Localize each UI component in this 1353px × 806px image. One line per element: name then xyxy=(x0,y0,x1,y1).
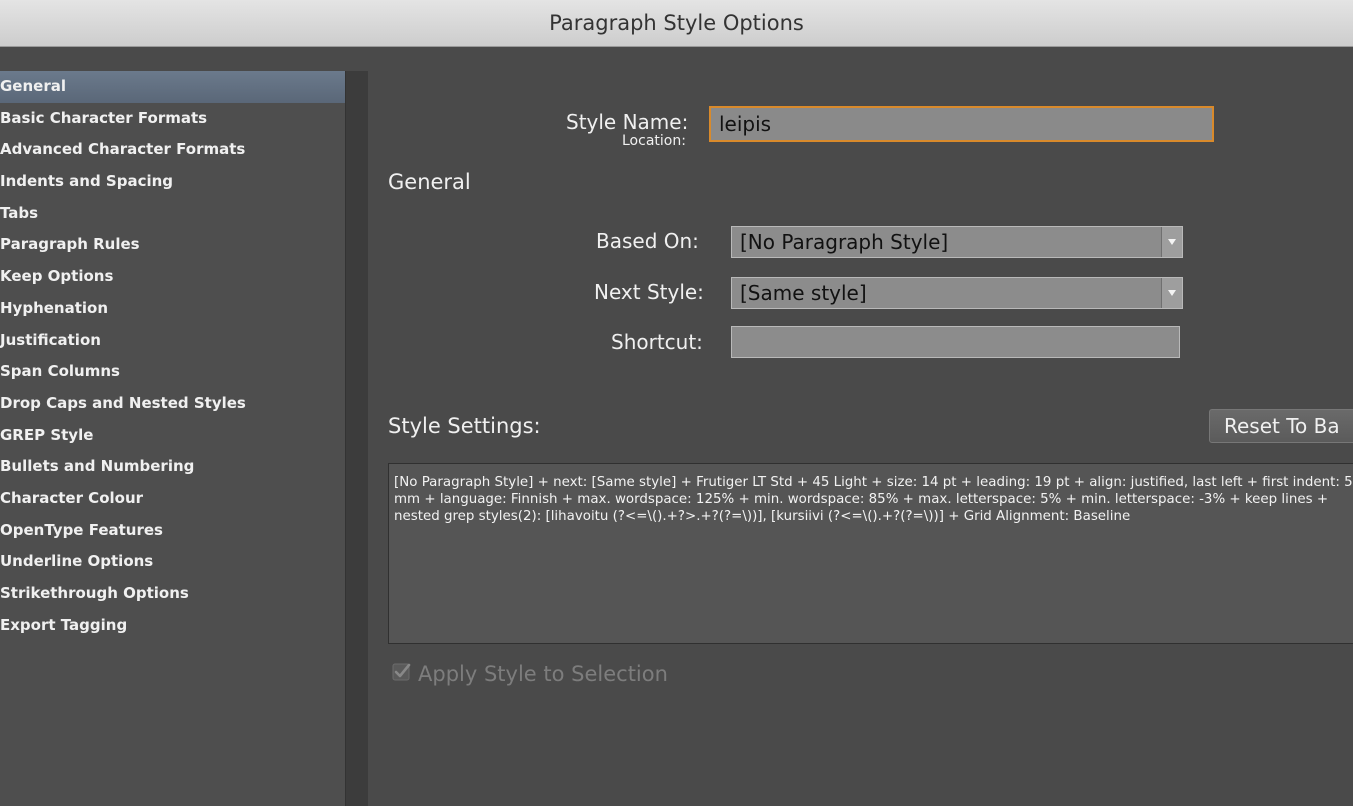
category-sidebar: General Basic Character Formats Advanced… xyxy=(0,71,345,806)
sidebar-item-span-columns[interactable]: Span Columns xyxy=(0,356,345,388)
title-bar: Paragraph Style Options xyxy=(0,0,1353,47)
sidebar-item-character-colour[interactable]: Character Colour xyxy=(0,483,345,515)
based-on-dropdown[interactable]: [No Paragraph Style] xyxy=(731,226,1183,258)
next-style-value: [Same style] xyxy=(740,281,867,305)
style-name-input[interactable]: leipis xyxy=(709,106,1214,142)
sidebar-item-indents-and-spacing[interactable]: Indents and Spacing xyxy=(0,166,345,198)
sidebar-item-paragraph-rules[interactable]: Paragraph Rules xyxy=(0,229,345,261)
apply-style-label: Apply Style to Selection xyxy=(418,662,668,686)
sidebar-item-drop-caps[interactable]: Drop Caps and Nested Styles xyxy=(0,388,345,420)
sidebar-item-strikethrough-options[interactable]: Strikethrough Options xyxy=(0,578,345,610)
sidebar-item-opentype-features[interactable]: OpenType Features xyxy=(0,515,345,547)
sidebar-item-keep-options[interactable]: Keep Options xyxy=(0,261,345,293)
sidebar-item-grep-style[interactable]: GREP Style xyxy=(0,420,345,452)
sidebar-item-tabs[interactable]: Tabs xyxy=(0,198,345,230)
shortcut-label: Shortcut: xyxy=(611,330,703,354)
style-settings-label: Style Settings: xyxy=(388,414,541,438)
location-label: Location: xyxy=(622,133,686,149)
window-title: Paragraph Style Options xyxy=(549,11,804,35)
sidebar-scrollbar[interactable] xyxy=(345,71,368,806)
sidebar-item-hyphenation[interactable]: Hyphenation xyxy=(0,293,345,325)
next-style-label: Next Style: xyxy=(594,280,704,304)
sidebar-item-justification[interactable]: Justification xyxy=(0,325,345,357)
style-name-label: Style Name: xyxy=(566,110,689,134)
based-on-value: [No Paragraph Style] xyxy=(740,230,949,254)
sidebar-item-advanced-character-formats[interactable]: Advanced Character Formats xyxy=(0,134,345,166)
chevron-down-icon[interactable] xyxy=(1161,227,1182,257)
based-on-label: Based On: xyxy=(596,229,699,253)
sidebar-item-general[interactable]: General xyxy=(0,71,345,103)
sidebar-item-underline-options[interactable]: Underline Options xyxy=(0,546,345,578)
sidebar-item-basic-character-formats[interactable]: Basic Character Formats xyxy=(0,103,345,135)
section-heading-general: General xyxy=(388,170,471,194)
apply-style-checkbox[interactable]: Apply Style to Selection xyxy=(392,660,668,688)
sidebar-item-export-tagging[interactable]: Export Tagging xyxy=(0,610,345,642)
sidebar-item-bullets-and-numbering[interactable]: Bullets and Numbering xyxy=(0,451,345,483)
chevron-down-icon[interactable] xyxy=(1161,278,1182,308)
shortcut-input[interactable] xyxy=(731,326,1180,358)
next-style-dropdown[interactable]: [Same style] xyxy=(731,277,1183,309)
checkmark-icon xyxy=(392,662,412,686)
reset-to-base-button[interactable]: Reset To Ba xyxy=(1209,409,1353,443)
style-settings-text: [No Paragraph Style] + next: [Same style… xyxy=(388,463,1353,644)
